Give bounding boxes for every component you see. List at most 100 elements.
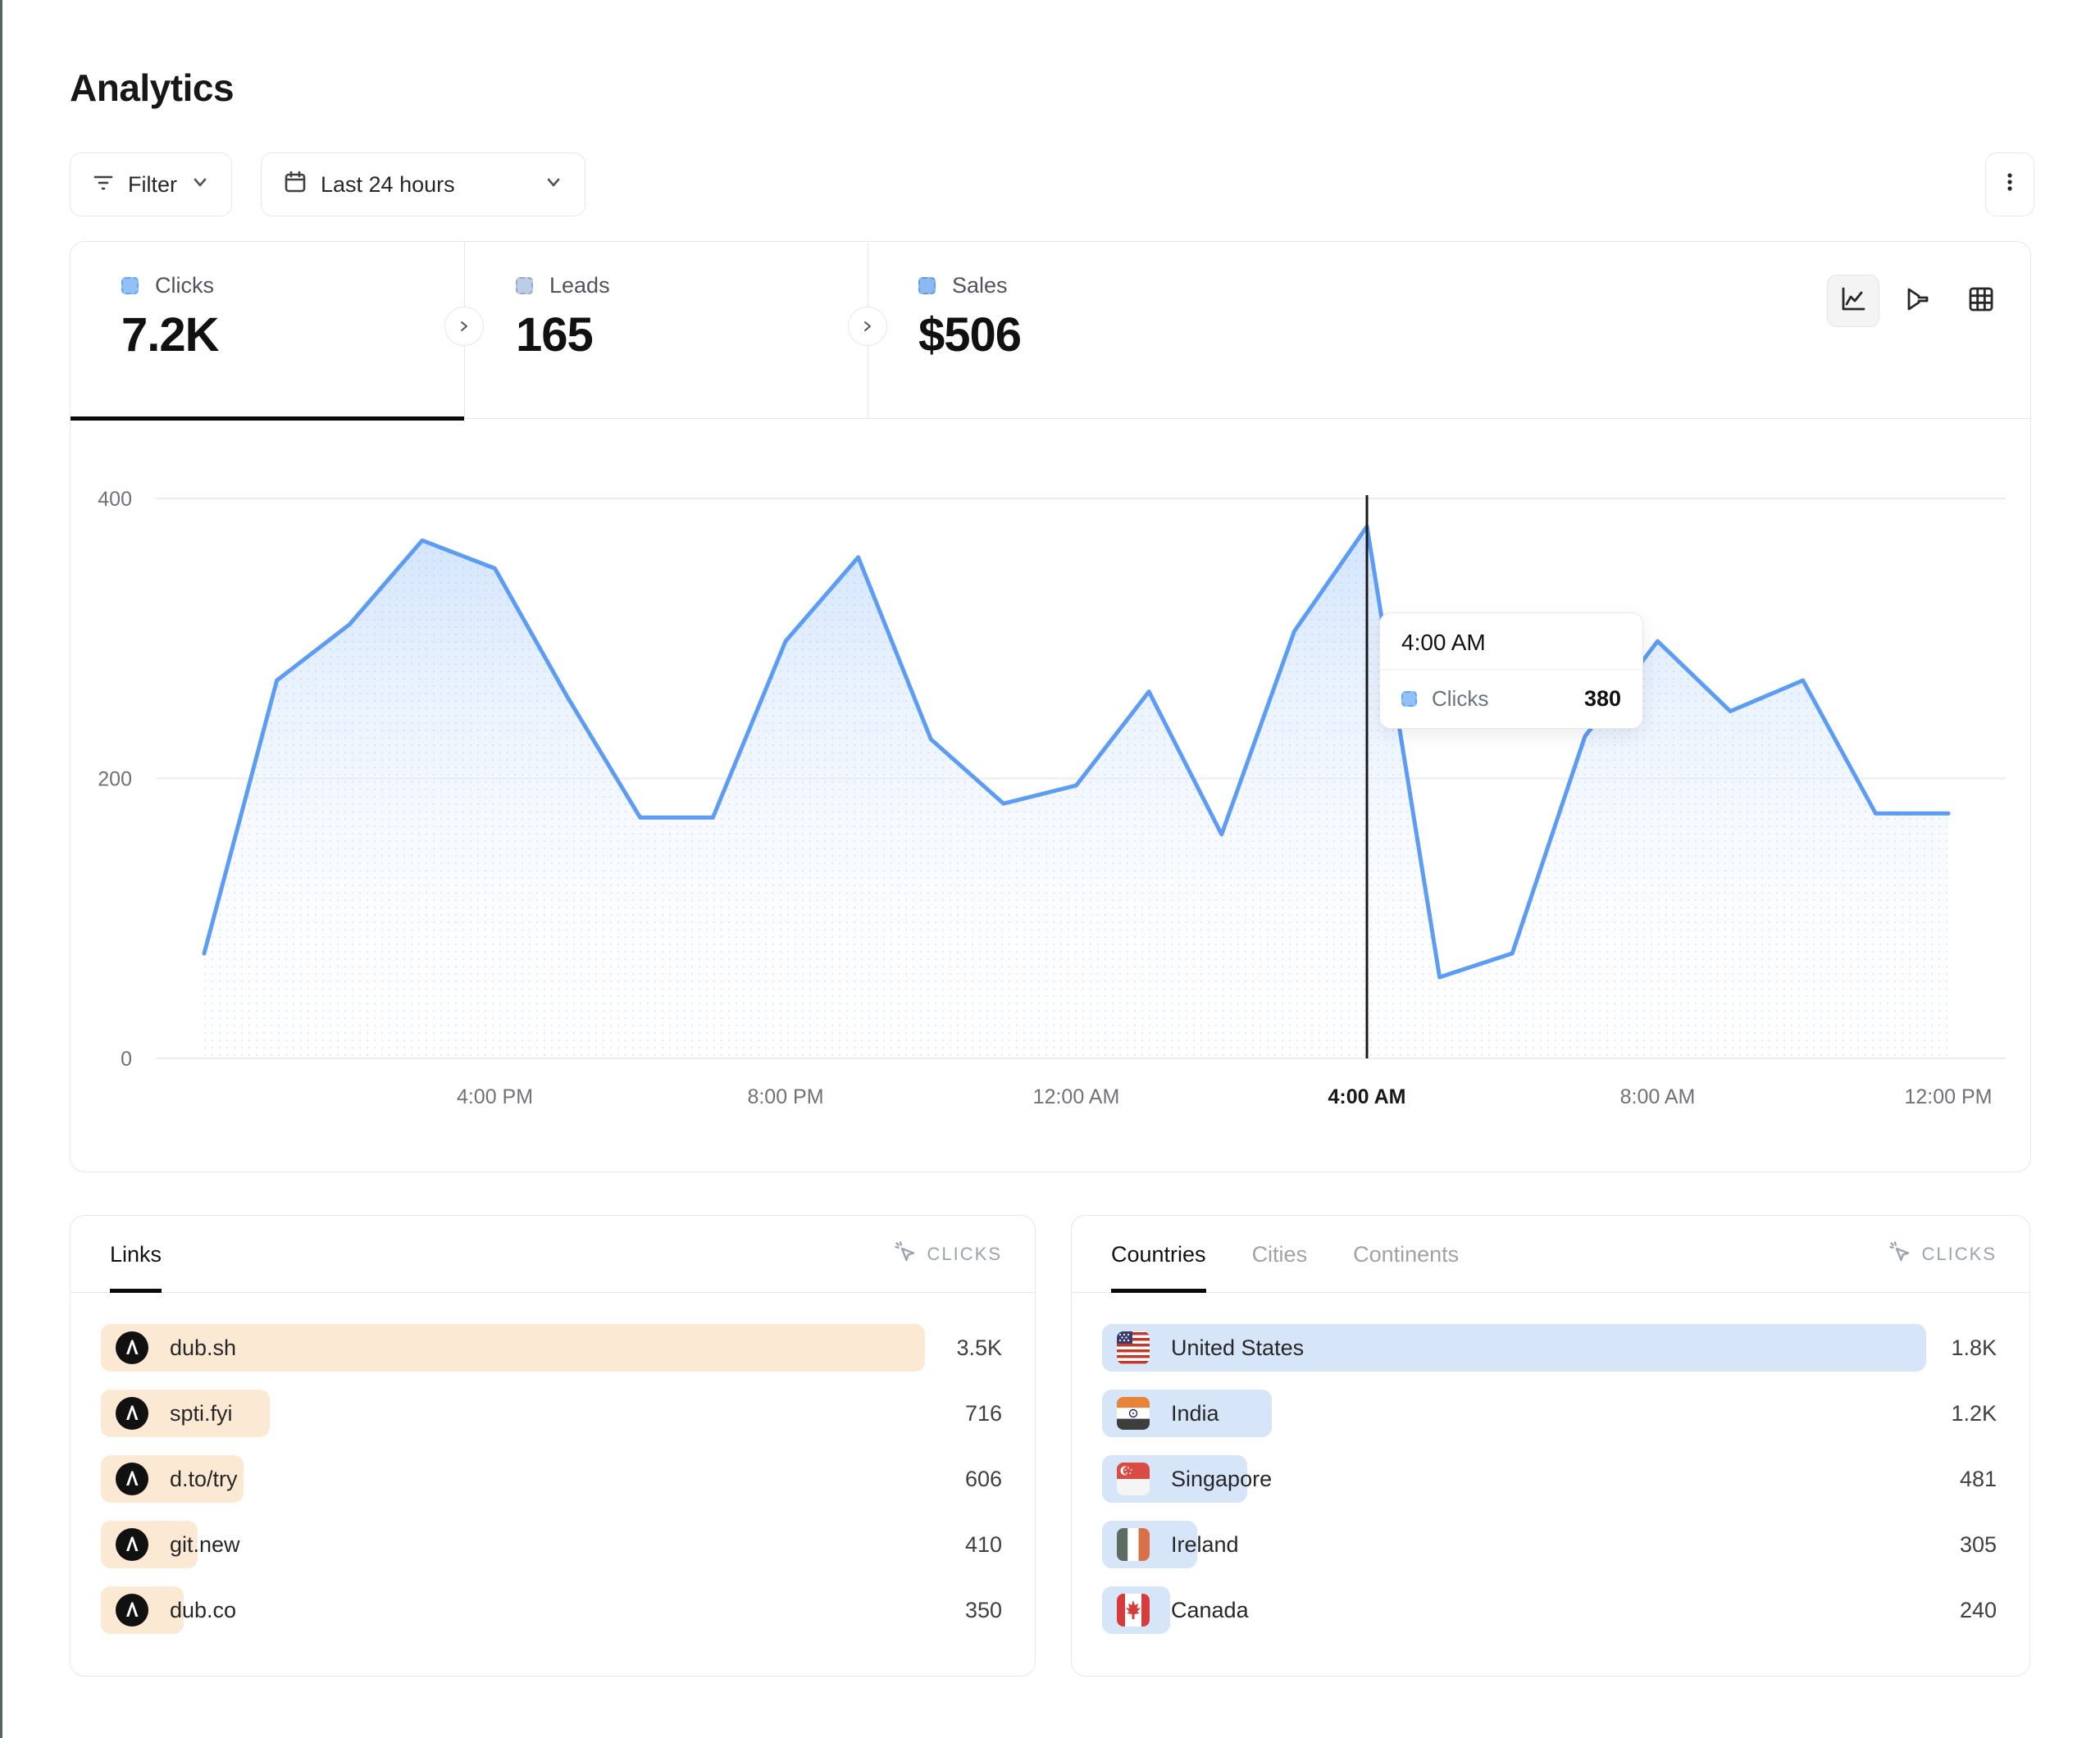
in-flag-icon (1117, 1397, 1150, 1430)
funnel-view-button[interactable] (1891, 275, 1943, 327)
y-axis-tick: 0 (121, 1048, 132, 1071)
row-value: 3.5K (956, 1324, 1002, 1372)
y-axis-tick: 400 (98, 488, 132, 511)
metric-label: CLICKS (927, 1244, 1002, 1265)
tab-cities[interactable]: Cities (1252, 1216, 1308, 1293)
links-metric-header[interactable]: CLICKS (893, 1216, 1002, 1293)
calendar-icon (283, 170, 307, 200)
stat-tab-leads[interactable]: Leads 165 (465, 242, 868, 419)
date-range-button[interactable]: Last 24 hours (261, 152, 585, 216)
row-value: 481 (1960, 1455, 1997, 1503)
row-label: Canada (1171, 1598, 1249, 1623)
area-fill-pattern (204, 526, 1948, 1058)
row-label: United States (1171, 1335, 1304, 1361)
window-edge-strip (0, 0, 2, 1738)
row-value: 240 (1960, 1586, 1997, 1634)
row-label: dub.sh (170, 1335, 236, 1361)
tooltip-series-label: Clicks (1432, 686, 1569, 712)
stats-row: Clicks 7.2K Leads 165 Sales $506 (71, 242, 2032, 419)
countries-list: United States 1.8K India 1.2K Singapore 481 Ir… (1091, 1324, 1997, 1652)
chevron-down-icon (544, 172, 563, 198)
x-axis-tick: 8:00 PM (747, 1085, 823, 1108)
page-title: Analytics (70, 66, 234, 110)
tab-countries[interactable]: Countries (1111, 1216, 1206, 1293)
filter-icon (92, 171, 115, 199)
sg-flag-icon (1117, 1463, 1150, 1495)
tab-continents[interactable]: Continents (1353, 1216, 1459, 1293)
list-item[interactable]: Singapore 481 (1091, 1455, 1997, 1503)
stat-label: Clicks (155, 273, 214, 298)
row-label: Singapore (1171, 1467, 1272, 1492)
list-item[interactable]: dub.sh 3.5K (90, 1324, 1002, 1372)
stat-tab-sales[interactable]: Sales $506 (868, 242, 1271, 419)
funnel-icon (1902, 284, 1932, 318)
leads-legend-chip (516, 277, 533, 294)
sales-legend-chip (918, 277, 936, 294)
more-options-button[interactable] (1985, 152, 2034, 216)
stat-label: Sales (952, 273, 1008, 298)
list-item[interactable]: dub.co 350 (90, 1586, 1002, 1634)
link-favicon (116, 1463, 148, 1495)
list-item[interactable]: Ireland 305 (1091, 1521, 1997, 1568)
tab-links[interactable]: Links (110, 1216, 162, 1293)
links-panel: Links CLICKS dub.sh 3.5K spti.fyi 716 d.to/t… (70, 1215, 1036, 1677)
row-label: India (1171, 1401, 1219, 1426)
date-range-label: Last 24 hours (321, 172, 455, 198)
clicks-legend-chip (121, 277, 139, 294)
ca-flag-icon (1117, 1594, 1150, 1627)
countries-panel-header: Countries Cities Continents CLICKS (1072, 1216, 2029, 1293)
row-value: 606 (965, 1455, 1002, 1503)
row-value: 1.2K (1951, 1390, 1997, 1437)
stat-tab-clicks[interactable]: Clicks 7.2K (71, 242, 464, 419)
row-label: git.new (170, 1532, 240, 1558)
clicks-time-series-chart[interactable]: 0 200 400 4:00 PM 8:00 PM 12:00 AM 4:00 AM 8:00… (71, 419, 2032, 1173)
grid-icon (1966, 284, 1996, 318)
countries-panel: Countries Cities Continents CLICKS United … (1071, 1215, 2030, 1677)
metric-label: CLICKS (1922, 1244, 1997, 1265)
x-axis-tick: 12:00 AM (1033, 1085, 1120, 1108)
stat-value: 165 (516, 307, 593, 362)
x-axis-tick: 4:00 PM (457, 1085, 533, 1108)
cursor-click-icon (1888, 1240, 1912, 1269)
row-value: 410 (965, 1521, 1002, 1568)
x-axis-tick: 8:00 AM (1620, 1085, 1696, 1108)
line-chart-view-button[interactable] (1827, 275, 1879, 327)
x-axis-tick: 4:00 AM (1328, 1085, 1406, 1108)
link-favicon (116, 1397, 148, 1430)
us-flag-icon (1117, 1331, 1150, 1364)
chart-type-switcher (1827, 275, 2007, 327)
tooltip-value: 380 (1584, 686, 1621, 712)
list-item[interactable]: United States 1.8K (1091, 1324, 1997, 1372)
cursor-click-icon (893, 1240, 918, 1269)
filter-button[interactable]: Filter (70, 152, 232, 216)
list-item[interactable]: Canada 240 (1091, 1586, 1997, 1634)
link-favicon (116, 1594, 148, 1627)
row-value: 305 (1960, 1521, 1997, 1568)
row-label: dub.co (170, 1598, 236, 1623)
list-item[interactable]: India 1.2K (1091, 1390, 1997, 1437)
y-axis-tick: 200 (98, 768, 132, 791)
kebab-icon (1998, 171, 2021, 199)
table-view-button[interactable] (1955, 275, 2007, 327)
chart-tooltip: 4:00 AM Clicks 380 (1379, 612, 1643, 729)
links-panel-header: Links CLICKS (71, 1216, 1035, 1293)
row-value: 716 (965, 1390, 1002, 1437)
link-favicon (116, 1331, 148, 1364)
chevron-down-icon (190, 172, 210, 198)
stat-label: Leads (549, 273, 610, 298)
analytics-card: Clicks 7.2K Leads 165 Sales $506 (70, 241, 2031, 1172)
ie-flag-icon (1117, 1528, 1150, 1561)
countries-metric-header[interactable]: CLICKS (1888, 1216, 1997, 1293)
line-chart-icon (1838, 284, 1868, 318)
list-item[interactable]: git.new 410 (90, 1521, 1002, 1568)
row-value: 350 (965, 1586, 1002, 1634)
row-label: Ireland (1171, 1532, 1239, 1558)
filter-button-label: Filter (128, 172, 177, 198)
row-value: 1.8K (1951, 1324, 1997, 1372)
list-item[interactable]: d.to/try606 (90, 1455, 1002, 1503)
link-favicon (116, 1528, 148, 1561)
tooltip-time: 4:00 AM (1380, 613, 1642, 670)
list-item[interactable]: spti.fyi 716 (90, 1390, 1002, 1437)
row-label: spti.fyi (170, 1401, 233, 1426)
clicks-legend-chip (1401, 691, 1417, 707)
